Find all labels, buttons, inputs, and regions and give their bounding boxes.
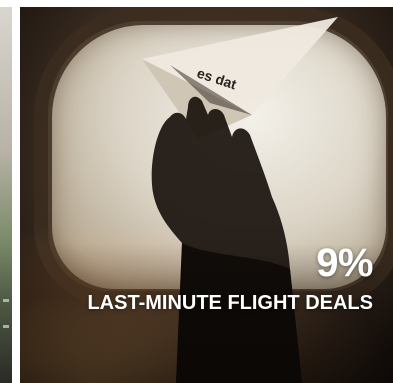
promo-card[interactable]: es dat 9% LAST-MINUTE FLIGHT DEALS [20,7,393,383]
image-detail [3,299,9,302]
image-detail [3,325,9,328]
deal-text-block: 9% LAST-MINUTE FLIGHT DEALS [73,242,373,318]
deal-title: LAST-MINUTE FLIGHT DEALS [87,292,373,314]
discount-percentage: 9% [316,241,373,285]
previous-promo-card-edge[interactable] [0,7,12,383]
